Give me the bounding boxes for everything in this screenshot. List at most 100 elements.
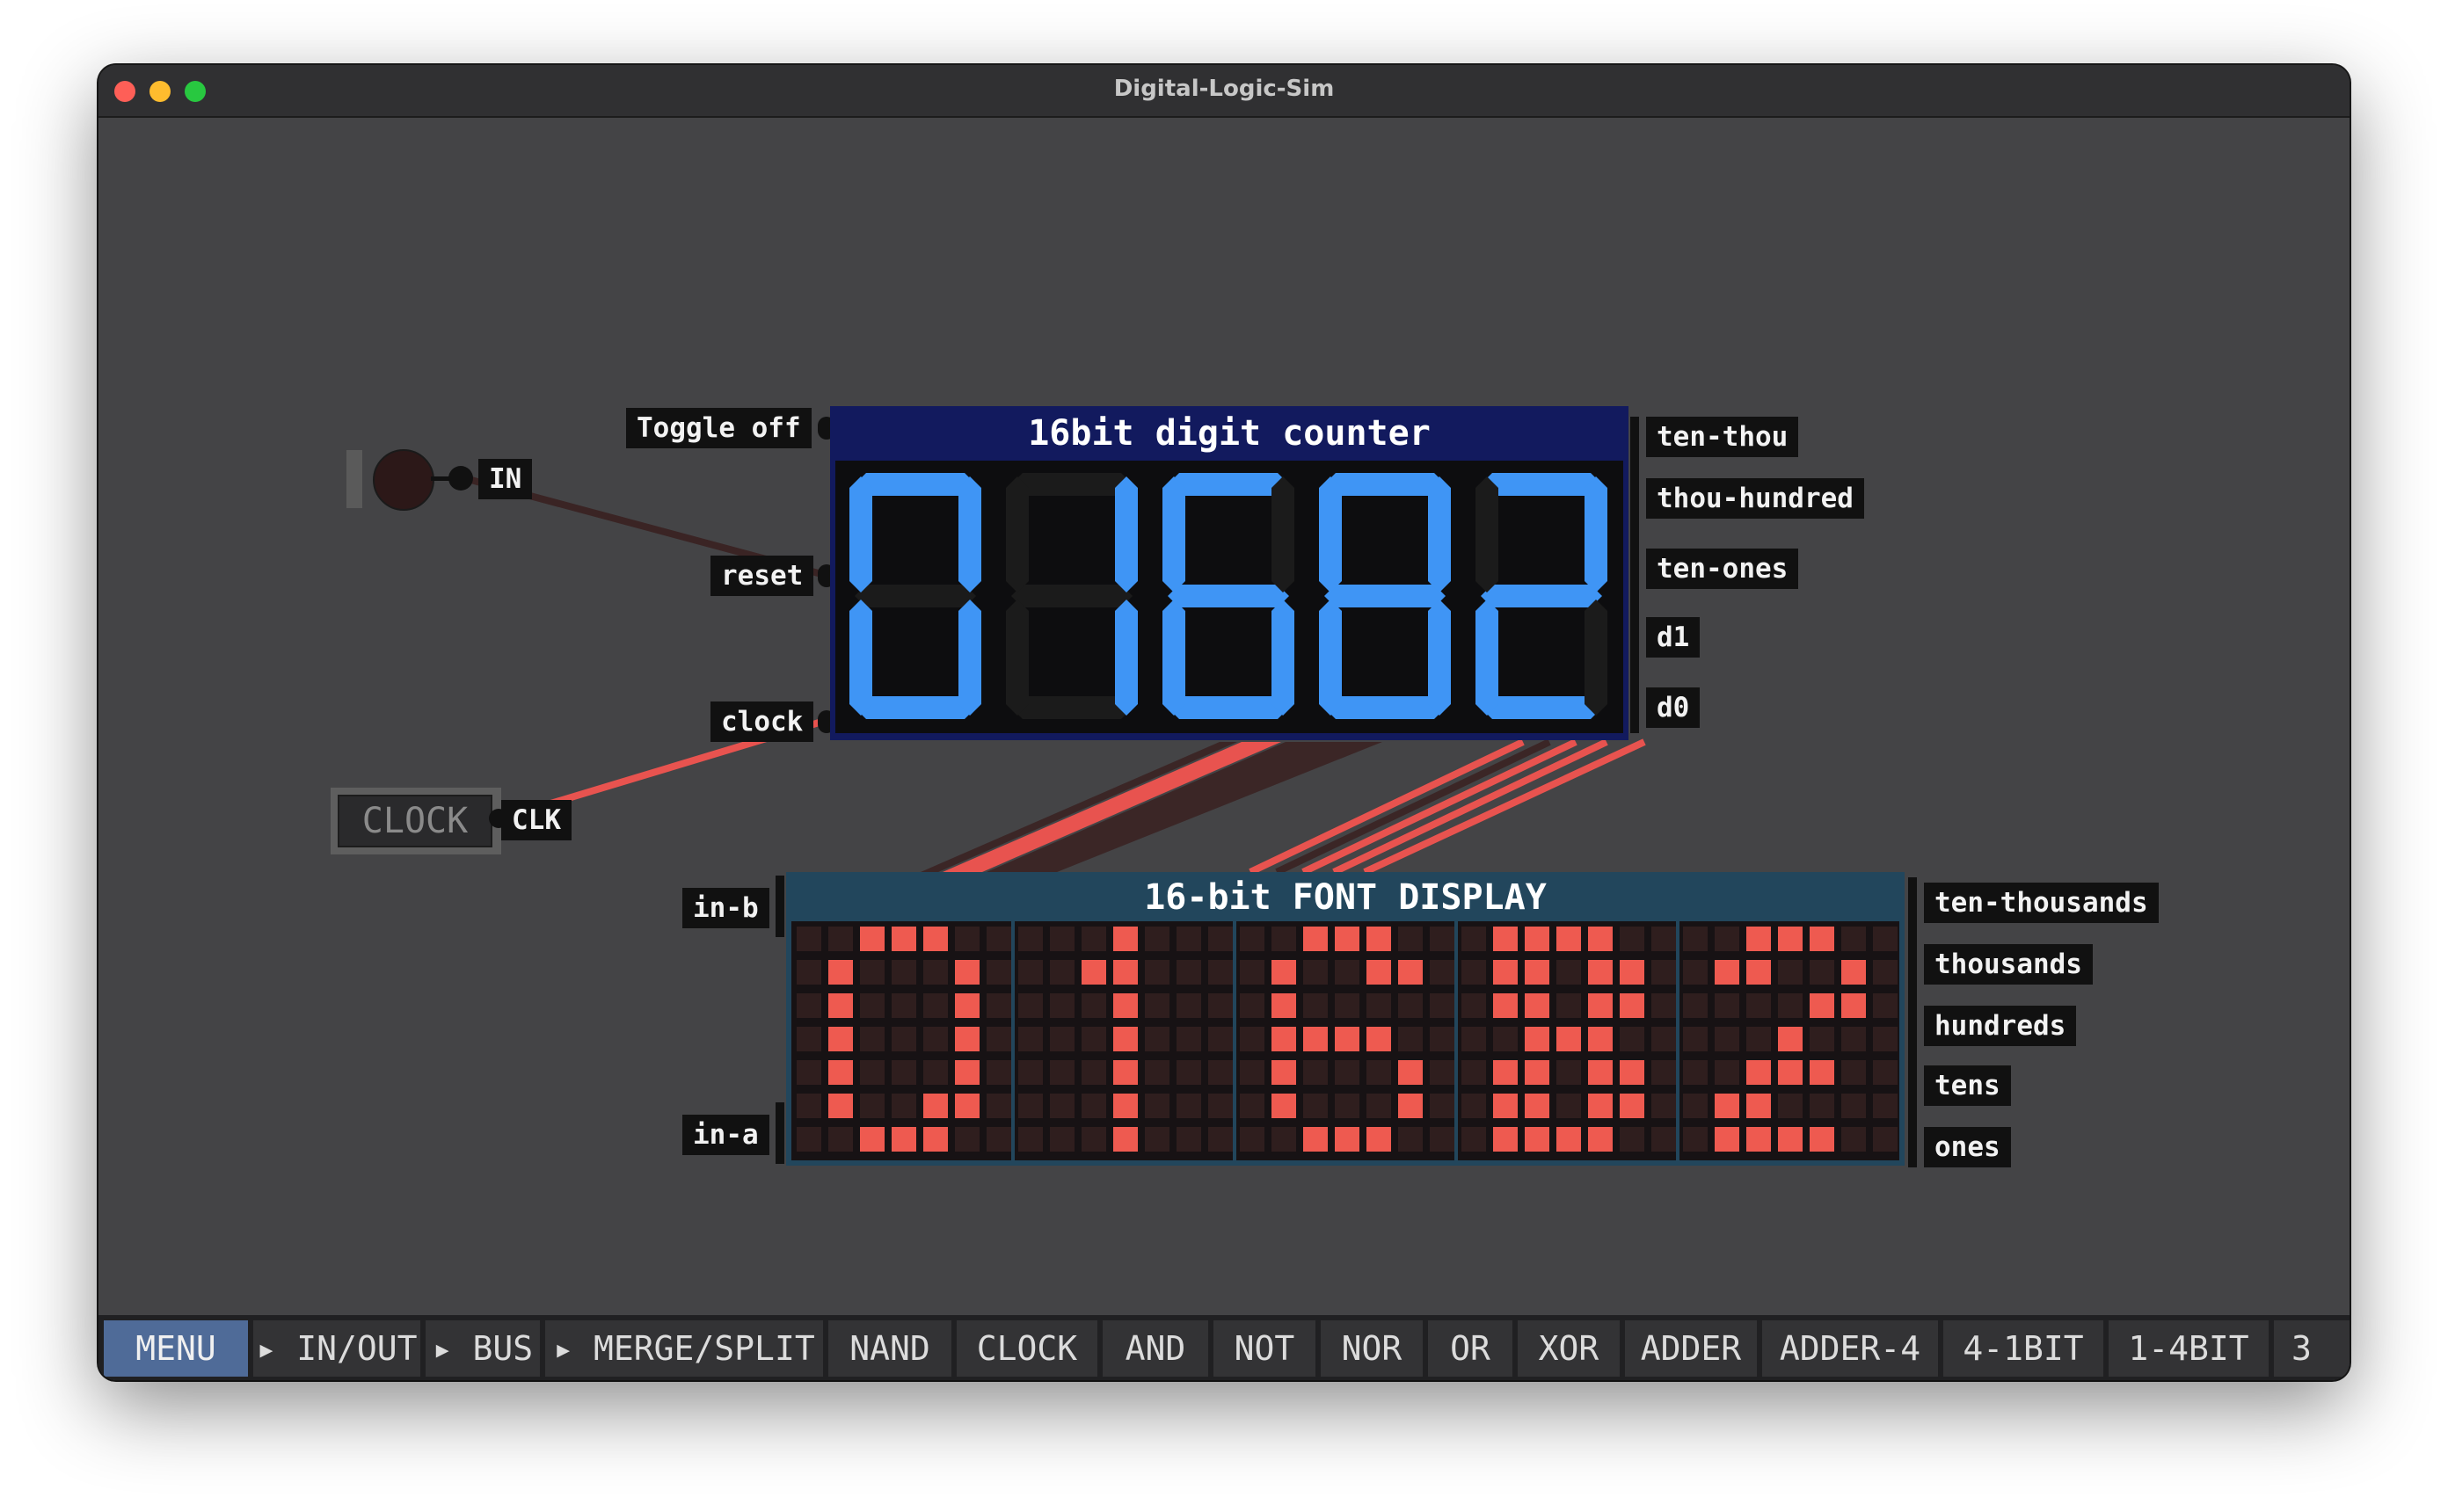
glyph-2-pixel — [1177, 993, 1201, 1018]
glyph-5-pixel — [1683, 1127, 1708, 1152]
toolbar-overflow-button[interactable]: 3 — [2274, 1320, 2350, 1377]
digit-4-segment-f — [1319, 476, 1342, 592]
digit-5-segment-e — [1475, 600, 1498, 716]
glyph-1-pixel — [987, 960, 1011, 985]
glyph-1-pixel — [828, 1094, 853, 1118]
glyph-3-pixel — [1366, 993, 1391, 1018]
toolbar-menu-button[interactable]: MENU — [104, 1320, 248, 1377]
glyph-5-pixel — [1841, 927, 1866, 951]
glyph-3-pixel — [1335, 1027, 1359, 1051]
glyph-separator — [1233, 921, 1236, 1160]
glyph-5-pixel — [1841, 1060, 1866, 1085]
glyph-4-pixel — [1525, 1060, 1549, 1085]
clock-button[interactable]: CLOCK — [338, 795, 492, 847]
counter-chip[interactable]: 16bit digit counter — [830, 406, 1628, 740]
seven-segment-display — [835, 461, 1623, 733]
glyph-4-pixel — [1588, 993, 1613, 1018]
glyph-3-pixel — [1271, 1127, 1296, 1152]
glyph-separator — [1454, 921, 1458, 1160]
glyph-4-pixel — [1620, 1094, 1644, 1118]
glyph-3-pixel — [1335, 1094, 1359, 1118]
glyph-2-pixel — [1145, 960, 1169, 985]
glyph-2-pixel — [1018, 927, 1043, 951]
seven-segment-digits — [849, 473, 1607, 719]
glyph-3-pixel — [1366, 960, 1391, 985]
toolbar-1-4bit-button[interactable]: 1-4BIT — [2109, 1320, 2269, 1377]
glyph-4-pixel — [1493, 1094, 1518, 1118]
toolbar-adder-4-button[interactable]: ADDER-4 — [1762, 1320, 1938, 1377]
toolbar-and-button[interactable]: AND — [1103, 1320, 1208, 1377]
bus-counter-to-in-b-red[interactable] — [943, 742, 1281, 872]
circuit-canvas[interactable]: IN CLOCK CLK Toggle off reset clock 16bi… — [98, 118, 2350, 1313]
bus-counter-to-in-a-3[interactable] — [1301, 738, 1577, 876]
font-display-title: 16-bit FONT DISPLAY — [1144, 877, 1547, 918]
glyph-2-pixel — [1145, 993, 1169, 1018]
bus-counter-to-in-a-4[interactable] — [1332, 738, 1608, 876]
glyph-4-pixel — [1461, 927, 1486, 951]
dot-matrix-display — [791, 921, 1899, 1160]
glyph-3-pixel — [1240, 927, 1264, 951]
digit-3-segment-c — [1271, 600, 1294, 716]
glyph-1-pixel — [923, 927, 948, 951]
digit-2-segment-e — [1006, 600, 1029, 716]
glyph-2-pixel — [1113, 927, 1138, 951]
toolbar-bus-button[interactable]: ▸ BUS — [426, 1320, 540, 1377]
glyph-3-pixel — [1335, 1060, 1359, 1085]
counter-input-reset: reset — [710, 556, 814, 596]
glyph-5-pixel — [1873, 1127, 1898, 1152]
glyph-2-pixel — [1208, 993, 1233, 1018]
toolbar-clock-button[interactable]: CLOCK — [957, 1320, 1097, 1377]
input-toggle-button[interactable] — [373, 449, 434, 511]
toolbar-not-button[interactable]: NOT — [1213, 1320, 1315, 1377]
font-output-thousands: thousands — [1924, 944, 2093, 985]
glyph-2-pixel — [1113, 993, 1138, 1018]
digit-4-segment-g — [1324, 585, 1446, 607]
glyph-4-pixel — [1588, 1127, 1613, 1152]
glyph-2-pixel — [1050, 993, 1075, 1018]
glyph-1-pixel — [860, 1060, 885, 1085]
glyph-4-pixel — [1461, 960, 1486, 985]
glyph-4-pixel — [1588, 960, 1613, 985]
glyph-4-pixel — [1651, 1060, 1676, 1085]
toolbar-adder-button[interactable]: ADDER — [1625, 1320, 1757, 1377]
glyph-2-pixel — [1082, 1127, 1106, 1152]
font-input-bar-b[interactable] — [776, 876, 784, 937]
glyph-3-pixel — [1398, 1060, 1423, 1085]
glyph-3-pixel — [1303, 927, 1328, 951]
digit-2-segment-f — [1006, 476, 1029, 592]
input-toggle-pin[interactable] — [448, 466, 473, 491]
glyph-2-pixel — [1208, 1027, 1233, 1051]
glyph-4-pixel — [1461, 993, 1486, 1018]
glyph-3-pixel — [1430, 1060, 1454, 1085]
toolbar-xor-button[interactable]: XOR — [1518, 1320, 1620, 1377]
glyph-4-pixel — [1525, 927, 1549, 951]
glyph-4-pixel — [1461, 1027, 1486, 1051]
glyph-1-pixel — [955, 1060, 980, 1085]
glyph-1-pixel — [892, 1127, 916, 1152]
toolbar-merge-split-button[interactable]: ▸ MERGE/SPLIT — [545, 1320, 823, 1377]
glyph-5-pixel — [1841, 960, 1866, 985]
glyph-3-pixel — [1271, 1060, 1296, 1085]
toolbar-nor-button[interactable]: NOR — [1321, 1320, 1423, 1377]
toolbar-4-1bit-button[interactable]: 4-1BIT — [1943, 1320, 2103, 1377]
digit-2-segment-d — [1011, 696, 1133, 719]
font-display-chip[interactable]: 16-bit FONT DISPLAY — [786, 872, 1905, 1166]
toolbar-nand-button[interactable]: NAND — [828, 1320, 951, 1377]
glyph-1-pixel — [860, 1027, 885, 1051]
input-toggle-track — [346, 450, 362, 508]
glyph-1-pixel — [828, 993, 853, 1018]
counter-output-thou-hundred: thou-hundred — [1646, 478, 1864, 519]
toolbar-in-out-button[interactable]: ▸ IN/OUT — [253, 1320, 420, 1377]
glyph-4-pixel — [1525, 1094, 1549, 1118]
font-input-bar-a[interactable] — [776, 1102, 784, 1164]
font-output-ten-thousands: ten-thousands — [1924, 883, 2159, 923]
glyph-2-pixel — [1177, 1127, 1201, 1152]
glyph-1-pixel — [923, 1127, 948, 1152]
glyph-5-pixel — [1810, 1060, 1834, 1085]
glyph-1-pixel — [987, 993, 1011, 1018]
toolbar-or-button[interactable]: OR — [1428, 1320, 1512, 1377]
glyph-3-pixel — [1398, 927, 1423, 951]
glyph-5-pixel — [1746, 1027, 1771, 1051]
glyph-2-pixel — [1145, 1027, 1169, 1051]
glyph-3-pixel — [1303, 1094, 1328, 1118]
